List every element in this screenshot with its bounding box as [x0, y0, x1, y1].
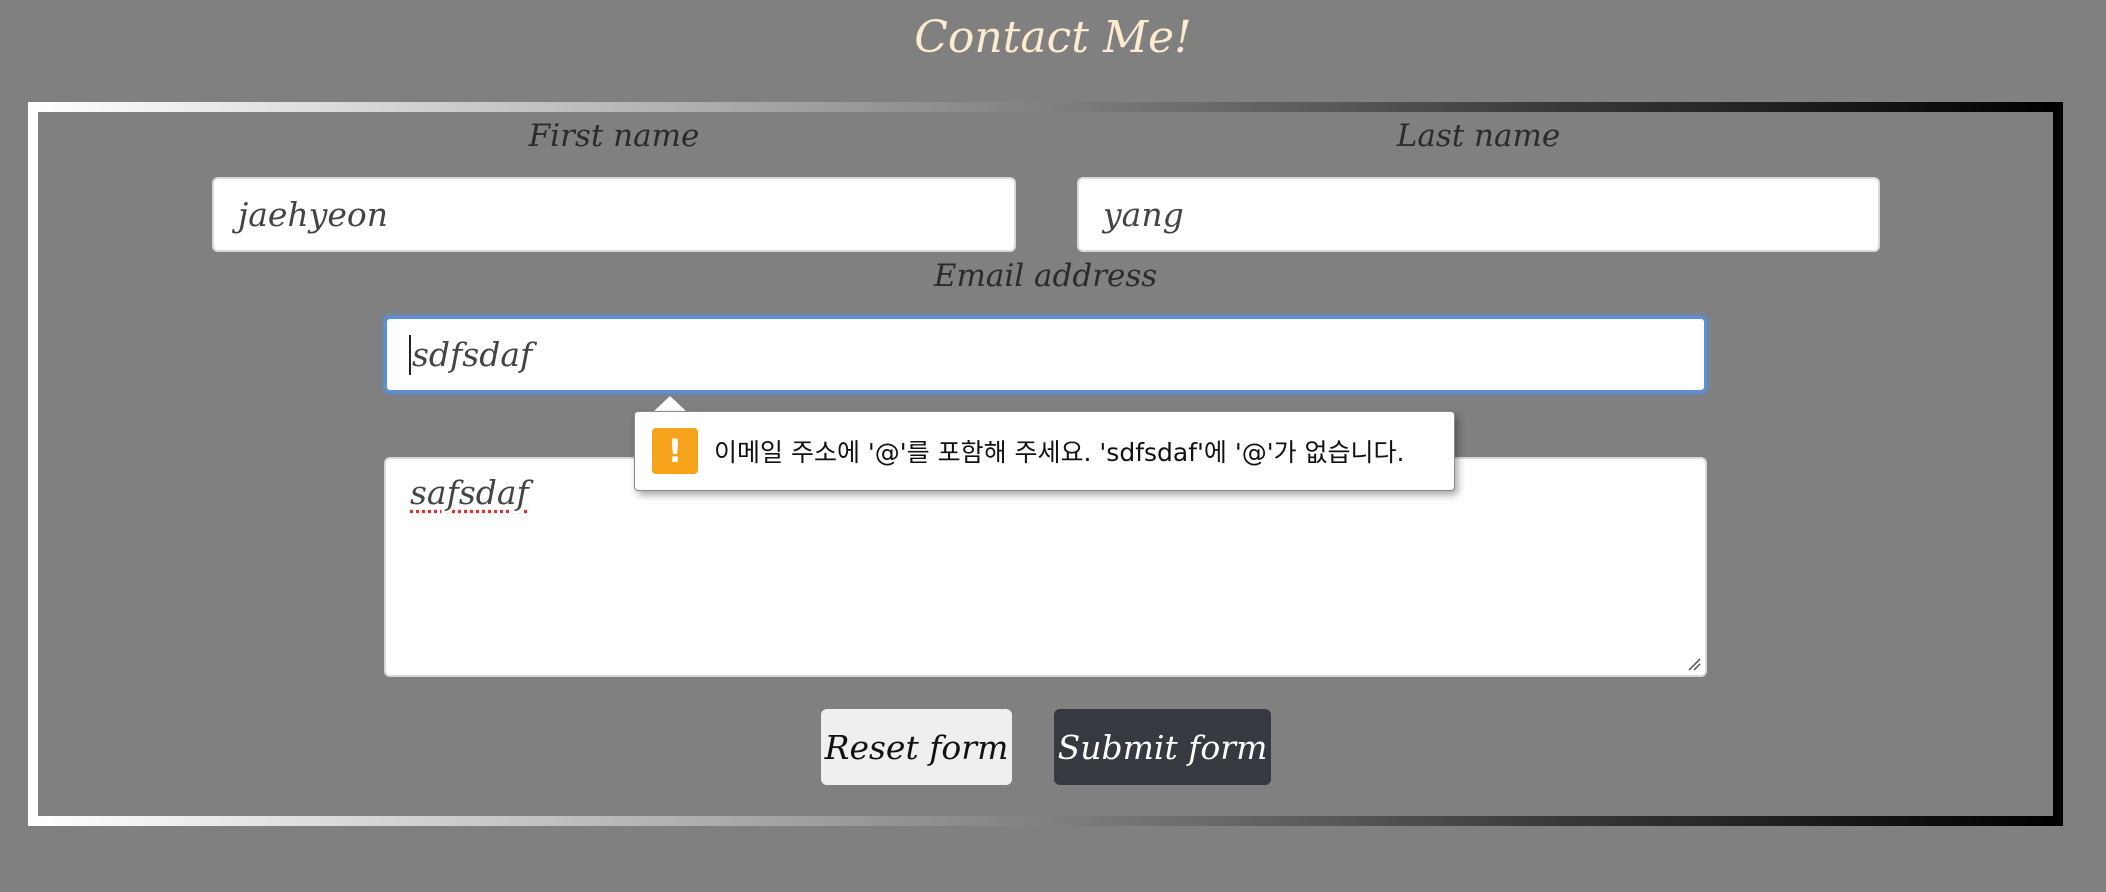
- email-label: Email address: [933, 258, 1158, 294]
- page-title: Contact Me!: [914, 12, 1192, 63]
- email-value: sdfsdaf: [412, 335, 533, 374]
- first-name-value: jaehyeon: [238, 195, 388, 234]
- resize-grip-icon[interactable]: [1687, 657, 1701, 671]
- last-name-value: yang: [1103, 195, 1184, 234]
- text-caret: [409, 334, 411, 375]
- email-input[interactable]: sdfsdaf: [384, 316, 1707, 393]
- warning-icon: !: [652, 428, 698, 474]
- first-name-input[interactable]: jaehyeon: [212, 177, 1016, 252]
- last-name-input[interactable]: yang: [1077, 177, 1880, 252]
- validation-message: 이메일 주소에 '@'를 포함해 주세요. 'sdfsdaf'에 '@'가 없습…: [714, 438, 1405, 467]
- message-value: safsdaf: [410, 473, 529, 512]
- submit-form-button[interactable]: Submit form: [1054, 709, 1271, 785]
- tooltip-arrow: [653, 396, 687, 412]
- first-name-label: First name: [528, 118, 700, 154]
- email-validation-tooltip: ! 이메일 주소에 '@'를 포함해 주세요. 'sdfsdaf'에 '@'가 …: [634, 411, 1455, 491]
- last-name-label: Last name: [1396, 118, 1561, 154]
- reset-form-button[interactable]: Reset form: [821, 709, 1012, 785]
